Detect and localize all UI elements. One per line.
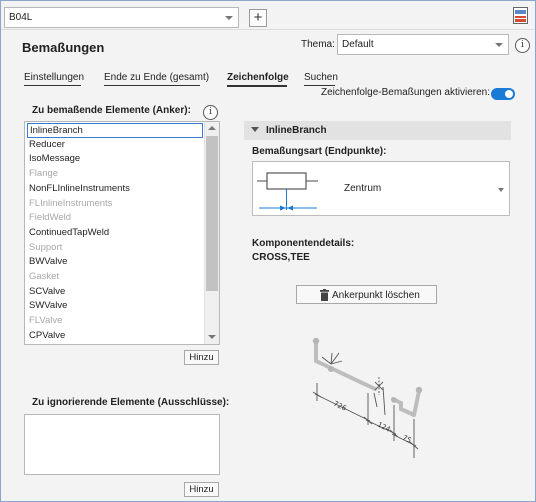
tab-string[interactable]: Zeichenfolge bbox=[227, 72, 289, 83]
scroll-up-icon[interactable] bbox=[208, 126, 216, 130]
tab-underline bbox=[104, 85, 200, 86]
list-item[interactable]: BWValve bbox=[27, 255, 67, 270]
list-item[interactable]: SCValve bbox=[27, 285, 65, 300]
list-item[interactable]: IsoMessage bbox=[27, 152, 80, 167]
theme-label: Thema: bbox=[301, 39, 335, 50]
list-item[interactable]: Flange bbox=[27, 167, 58, 182]
collapse-triangle-icon[interactable] bbox=[251, 127, 259, 132]
info-icon[interactable]: i bbox=[515, 38, 530, 53]
tab-underline bbox=[304, 85, 335, 86]
info-icon[interactable]: i bbox=[203, 105, 218, 120]
tab-underline bbox=[24, 85, 81, 86]
tab-end-to-end[interactable]: Ende zu Ende (gesamt) bbox=[104, 72, 209, 83]
export-document-icon[interactable] bbox=[512, 7, 529, 25]
enable-toggle[interactable] bbox=[491, 88, 515, 100]
component-details-label: Komponentendetails: bbox=[252, 238, 355, 249]
scrollbar[interactable] bbox=[204, 122, 219, 344]
list-item[interactable]: Gasket bbox=[27, 270, 59, 285]
project-combo-value: B04L bbox=[9, 12, 33, 23]
center-dimension-icon bbox=[257, 172, 318, 211]
anchors-heading: Zu bemaßende Elemente (Anker): bbox=[32, 105, 191, 116]
delete-anchor-button[interactable]: Ankerpunkt löschen bbox=[296, 285, 437, 304]
list-item[interactable]: FieldWeld bbox=[27, 211, 71, 226]
scroll-thumb[interactable] bbox=[206, 136, 218, 291]
dimension-label-726: 726 bbox=[332, 400, 348, 413]
dimensions-window: B04L + Bemaßungen Thema: Default i Einst… bbox=[0, 0, 536, 502]
dimension-label-124: 124 bbox=[376, 421, 392, 434]
component-details-value: CROSS,TEE bbox=[252, 252, 310, 263]
list-item[interactable]: Reducer bbox=[27, 138, 65, 153]
add-anchor-button[interactable]: Hinzu bbox=[184, 350, 219, 365]
section-title: InlineBranch bbox=[266, 125, 327, 136]
add-project-button[interactable]: + bbox=[249, 9, 267, 27]
exclusions-list[interactable] bbox=[24, 414, 220, 475]
toggle-knob bbox=[505, 90, 513, 98]
list-item[interactable]: SWValve bbox=[27, 299, 67, 314]
theme-select[interactable]: Default bbox=[337, 34, 509, 55]
theme-select-value: Default bbox=[342, 39, 374, 50]
divider bbox=[1, 29, 535, 30]
exclusions-heading: Zu ignorierende Elemente (Ausschlüsse): bbox=[32, 397, 230, 408]
section-header[interactable]: InlineBranch bbox=[244, 121, 511, 140]
delete-anchor-label: Ankerpunkt löschen bbox=[332, 290, 420, 301]
add-exclusion-button[interactable]: Hinzu bbox=[184, 482, 219, 497]
tab-underline-active bbox=[227, 85, 287, 87]
list-item[interactable]: NonFLInlineInstruments bbox=[27, 182, 130, 197]
chevron-down-icon bbox=[495, 43, 503, 47]
list-item[interactable]: FLInlineInstruments bbox=[27, 197, 112, 212]
list-item[interactable]: FLValve bbox=[27, 314, 62, 329]
trash-icon bbox=[320, 289, 329, 301]
list-item[interactable]: InlineBranch bbox=[27, 123, 203, 138]
list-item[interactable]: ContinuedTapWeld bbox=[27, 226, 109, 241]
isometric-dimension-diagram: 726 124 75 bbox=[312, 337, 423, 458]
project-combo[interactable]: B04L bbox=[4, 7, 239, 28]
list-item[interactable]: Support bbox=[27, 241, 62, 256]
tab-settings[interactable]: Einstellungen bbox=[24, 72, 84, 83]
list-item[interactable]: CPValve bbox=[27, 329, 65, 344]
toggle-label: Zeichenfolge-Bemaßungen aktivieren: bbox=[321, 87, 490, 98]
tab-search[interactable]: Suchen bbox=[304, 72, 338, 83]
anchors-list[interactable]: InlineBranch Reducer IsoMessage Flange NonFL… bbox=[24, 121, 220, 345]
page-title: Bemaßungen bbox=[22, 40, 105, 55]
chevron-down-icon bbox=[498, 188, 504, 192]
dimension-type-value: Zentrum bbox=[344, 183, 382, 194]
dimension-type-label: Bemaßungsart (Endpunkte): bbox=[252, 146, 387, 157]
dimension-type-select[interactable]: Zentrum bbox=[252, 161, 510, 216]
scroll-down-icon[interactable] bbox=[208, 335, 216, 339]
chevron-down-icon bbox=[225, 16, 233, 20]
